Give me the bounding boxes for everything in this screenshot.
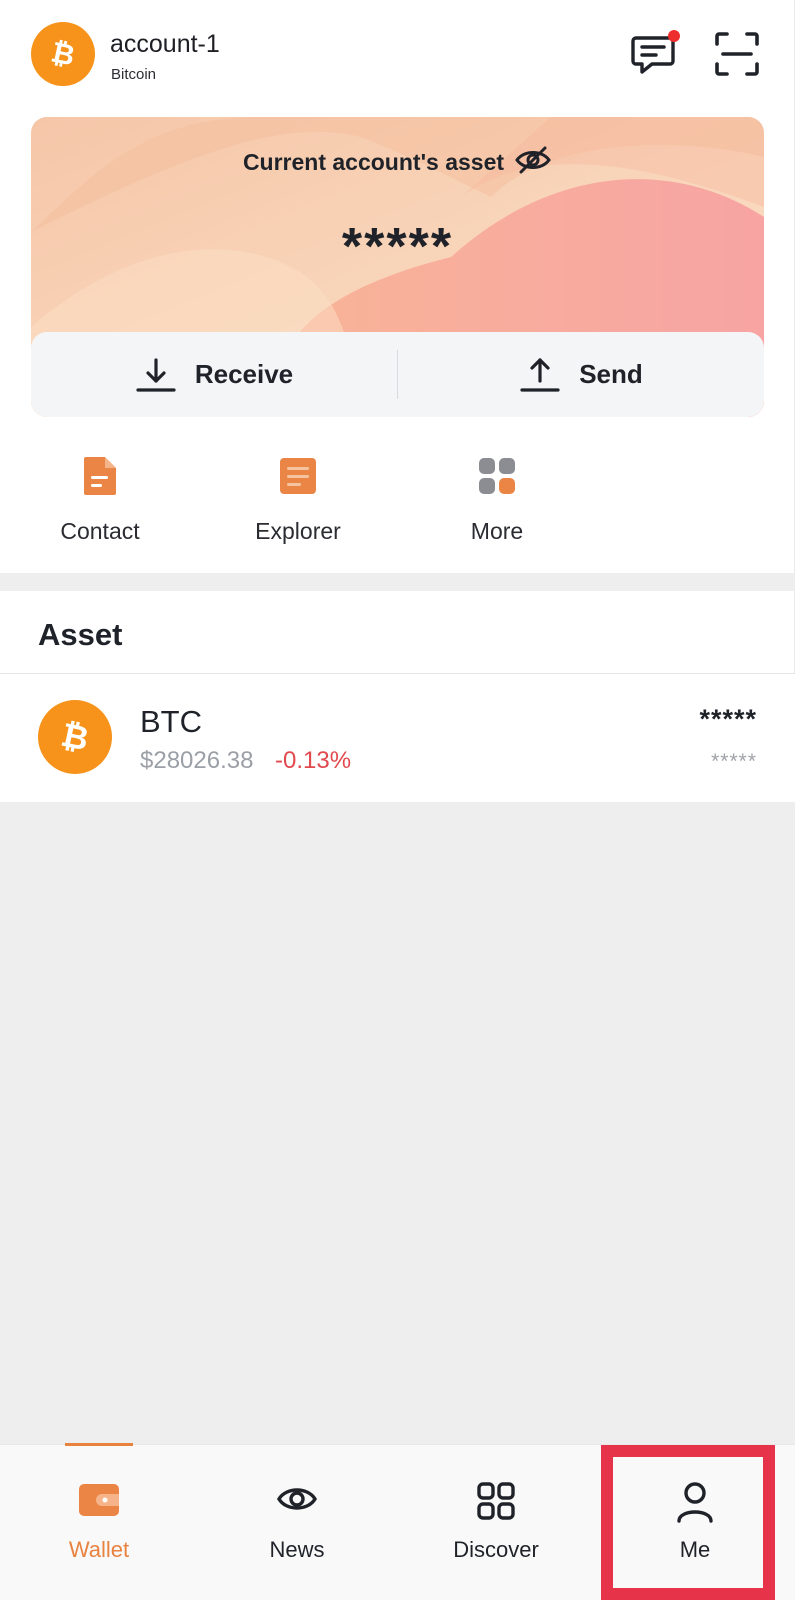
asset-price-change: -0.13% bbox=[275, 747, 352, 774]
section-separator bbox=[0, 573, 795, 591]
send-label: Send bbox=[579, 359, 643, 389]
asset-fiat-value: ***** bbox=[711, 750, 757, 773]
eye-off-icon[interactable] bbox=[514, 145, 552, 180]
wallet-icon bbox=[0, 1481, 198, 1517]
active-indicator bbox=[65, 1443, 133, 1446]
more-grid-icon bbox=[477, 456, 517, 496]
quick-link-more[interactable]: More bbox=[417, 450, 577, 545]
bitcoin-logo-icon[interactable]: ₿ bbox=[31, 22, 95, 86]
asset-card-title: Current account's asset bbox=[242, 149, 505, 175]
nav-discover[interactable]: Discover bbox=[397, 1445, 595, 1600]
asset-row-btc[interactable]: ₿ BTC $28026.38 -0.13% ***** ***** bbox=[0, 674, 795, 802]
send-button[interactable]: Send bbox=[398, 332, 764, 417]
quick-links: Contact Explorer More bbox=[0, 450, 795, 560]
account-name[interactable]: account-1 bbox=[110, 30, 220, 59]
svg-text:₿: ₿ bbox=[48, 35, 78, 72]
nav-news[interactable]: News bbox=[198, 1445, 396, 1600]
header: ₿ account-1 Bitcoin bbox=[0, 0, 795, 115]
nav-label: Discover bbox=[453, 1537, 539, 1562]
chain-name: Bitcoin bbox=[111, 66, 157, 83]
action-bar: Receive Send bbox=[31, 332, 764, 417]
asset-card: Current account's asset ***** Receive Se… bbox=[31, 117, 764, 417]
receive-button[interactable]: Receive bbox=[31, 332, 397, 417]
quick-link-label: Explorer bbox=[255, 518, 341, 544]
highlight-box bbox=[601, 1445, 775, 1600]
nav-label: Wallet bbox=[68, 1537, 130, 1562]
notification-dot bbox=[668, 30, 680, 42]
asset-symbol: BTC bbox=[140, 704, 202, 739]
quick-link-label: Contact bbox=[60, 518, 140, 544]
scan-icon[interactable] bbox=[711, 28, 763, 80]
asset-section-heading: Asset bbox=[38, 617, 123, 652]
svg-text:₿: ₿ bbox=[58, 715, 92, 758]
asset-price: $28026.38 bbox=[140, 747, 254, 774]
explorer-icon bbox=[278, 456, 318, 496]
quick-link-contact[interactable]: Contact bbox=[20, 450, 180, 545]
receive-label: Receive bbox=[194, 359, 294, 389]
quick-link-label: More bbox=[470, 518, 524, 544]
empty-area bbox=[0, 802, 795, 1444]
contact-document-icon bbox=[80, 456, 120, 496]
quick-link-explorer[interactable]: Explorer bbox=[218, 450, 378, 545]
grid-icon bbox=[397, 1481, 595, 1521]
masked-total-balance: ***** bbox=[341, 218, 454, 276]
eye-icon bbox=[198, 1481, 396, 1517]
nav-label: News bbox=[269, 1537, 325, 1562]
nav-wallet[interactable]: Wallet bbox=[0, 1443, 198, 1600]
asset-balance: ***** bbox=[699, 704, 757, 734]
upload-icon bbox=[520, 357, 560, 392]
wallet-app: ₿ account-1 Bitcoin Current account's as… bbox=[0, 0, 795, 1600]
bitcoin-logo-icon: ₿ bbox=[38, 700, 112, 774]
download-icon bbox=[136, 357, 176, 392]
